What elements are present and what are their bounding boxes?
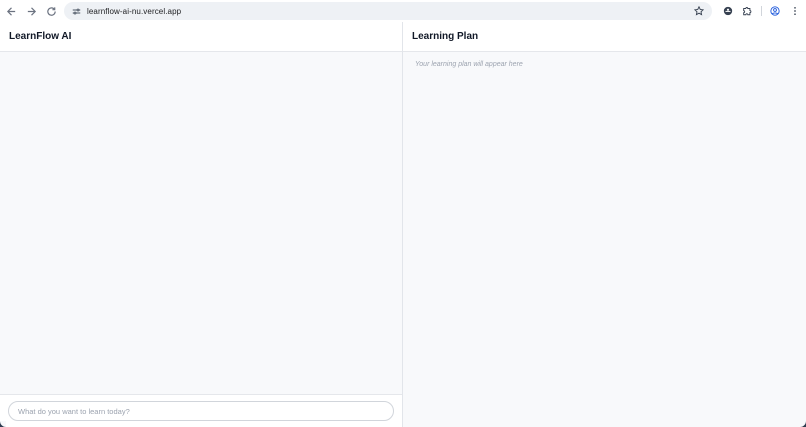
- chat-panel-title: LearnFlow AI: [9, 31, 72, 42]
- plan-panel-header: Learning Plan: [403, 22, 806, 52]
- window-corner-left: [0, 421, 6, 427]
- chat-input-bar: [0, 394, 402, 427]
- more-menu-icon[interactable]: [787, 3, 803, 19]
- puzzle-icon[interactable]: [739, 3, 755, 19]
- chat-panel: LearnFlow AI: [0, 22, 403, 427]
- learning-plan-panel: Learning Plan Your learning plan will ap…: [403, 22, 806, 427]
- chat-messages-area: [0, 52, 402, 394]
- chat-input[interactable]: [8, 401, 394, 421]
- browser-toolbar: learnflow-ai-nu.vercel.app: [0, 0, 806, 22]
- reload-icon[interactable]: [41, 1, 61, 21]
- chat-panel-header: LearnFlow AI: [0, 22, 402, 52]
- address-bar[interactable]: learnflow-ai-nu.vercel.app: [64, 2, 712, 20]
- plan-panel-title: Learning Plan: [412, 31, 479, 42]
- url-text[interactable]: learnflow-ai-nu.vercel.app: [87, 7, 181, 16]
- plan-placeholder-text: Your learning plan will appear here: [415, 61, 523, 68]
- extension-icon[interactable]: [720, 3, 736, 19]
- app-container: LearnFlow AI Learning Plan Your learning…: [0, 22, 806, 427]
- profile-icon[interactable]: [767, 3, 783, 19]
- forward-arrow-icon[interactable]: [21, 1, 41, 21]
- star-icon[interactable]: [692, 4, 706, 18]
- site-settings-icon[interactable]: [68, 3, 84, 19]
- window-corner-right: [800, 421, 806, 427]
- back-arrow-icon[interactable]: [1, 1, 21, 21]
- toolbar-divider: [761, 6, 762, 16]
